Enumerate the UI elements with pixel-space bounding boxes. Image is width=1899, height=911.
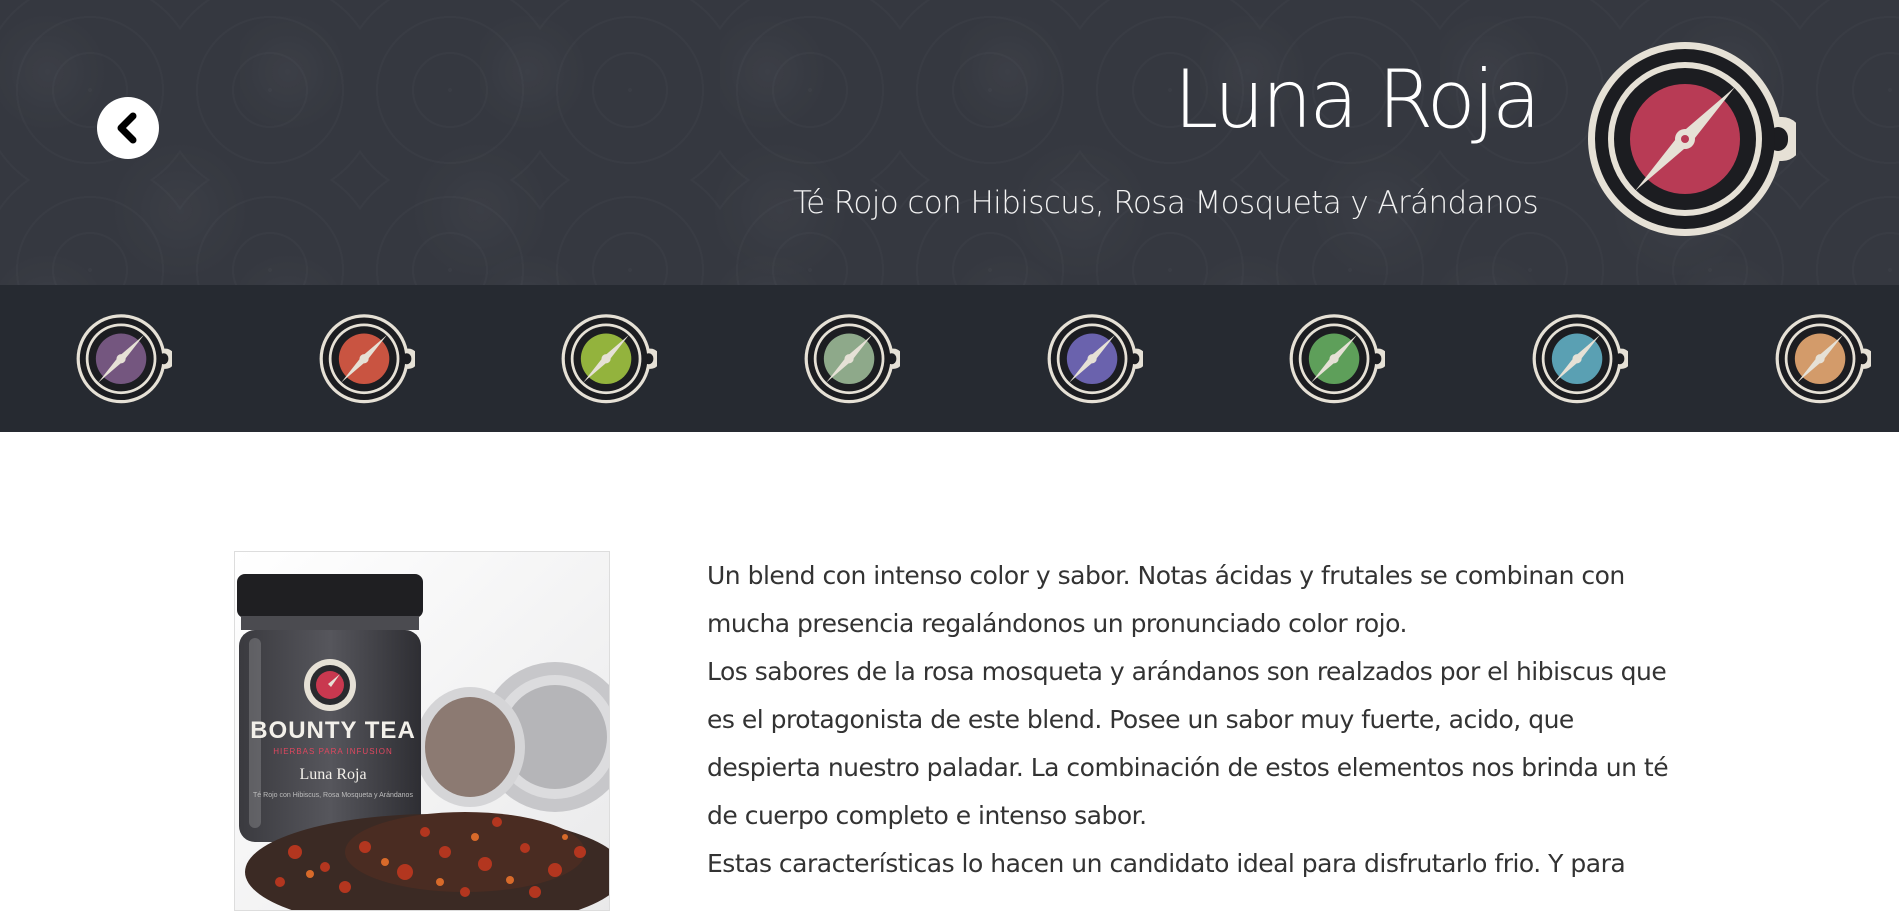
tea-selector-item[interactable] xyxy=(1771,309,1874,409)
product-photo: BOUNTY TEA HIERBAS PARA INFUSION Luna Ro… xyxy=(234,551,610,911)
compass-cup-icon xyxy=(1047,314,1146,404)
tea-selector-item[interactable] xyxy=(557,309,660,409)
tea-selector-item[interactable] xyxy=(1285,309,1388,409)
description-paragraph: Un blend con intenso color y sabor. Nota… xyxy=(707,561,1625,638)
product-description: Un blend con intenso color y sabor. Nota… xyxy=(707,552,1677,888)
compass-cup-icon xyxy=(561,314,660,404)
compass-cup-icon xyxy=(1588,42,1796,236)
page-subtitle: Té Rojo con Hibiscus, Rosa Mosqueta y Ar… xyxy=(793,185,1539,221)
compass-cup-icon xyxy=(1289,314,1388,404)
description-paragraph: Los sabores de la rosa mosqueta y aránda… xyxy=(707,657,1669,830)
jar-tagline: HIERBAS PARA INFUSION xyxy=(273,747,393,756)
description-paragraph: Estas características lo hacen un candid… xyxy=(707,849,1626,878)
compass-cup-icon xyxy=(1532,314,1631,404)
tea-selector-strip xyxy=(0,285,1899,432)
tea-selector-item[interactable] xyxy=(315,309,418,409)
jar-brand: BOUNTY TEA xyxy=(250,717,416,744)
tea-jar-illustration: BOUNTY TEA HIERBAS PARA INFUSION Luna Ro… xyxy=(235,552,609,910)
tea-selector-item[interactable] xyxy=(72,309,175,409)
compass-cup-icon xyxy=(804,314,903,404)
compass-cup-icon xyxy=(1775,314,1874,404)
hero-header: Luna Roja Té Rojo con Hibiscus, Rosa Mos… xyxy=(0,0,1899,285)
jar-small-text: Té Rojo con Hibiscus, Rosa Mosqueta y Ar… xyxy=(253,792,413,799)
back-button[interactable] xyxy=(97,97,159,159)
page-title: Luna Roja xyxy=(1173,53,1541,146)
chevron-left-icon xyxy=(117,112,137,144)
tea-selector-item[interactable] xyxy=(800,309,903,409)
compass-cup-icon xyxy=(319,314,418,404)
tea-selector-item[interactable] xyxy=(1043,309,1146,409)
tea-selector-item[interactable] xyxy=(1528,309,1631,409)
compass-cup-icon xyxy=(76,314,175,404)
jar-name: Luna Roja xyxy=(299,766,366,783)
